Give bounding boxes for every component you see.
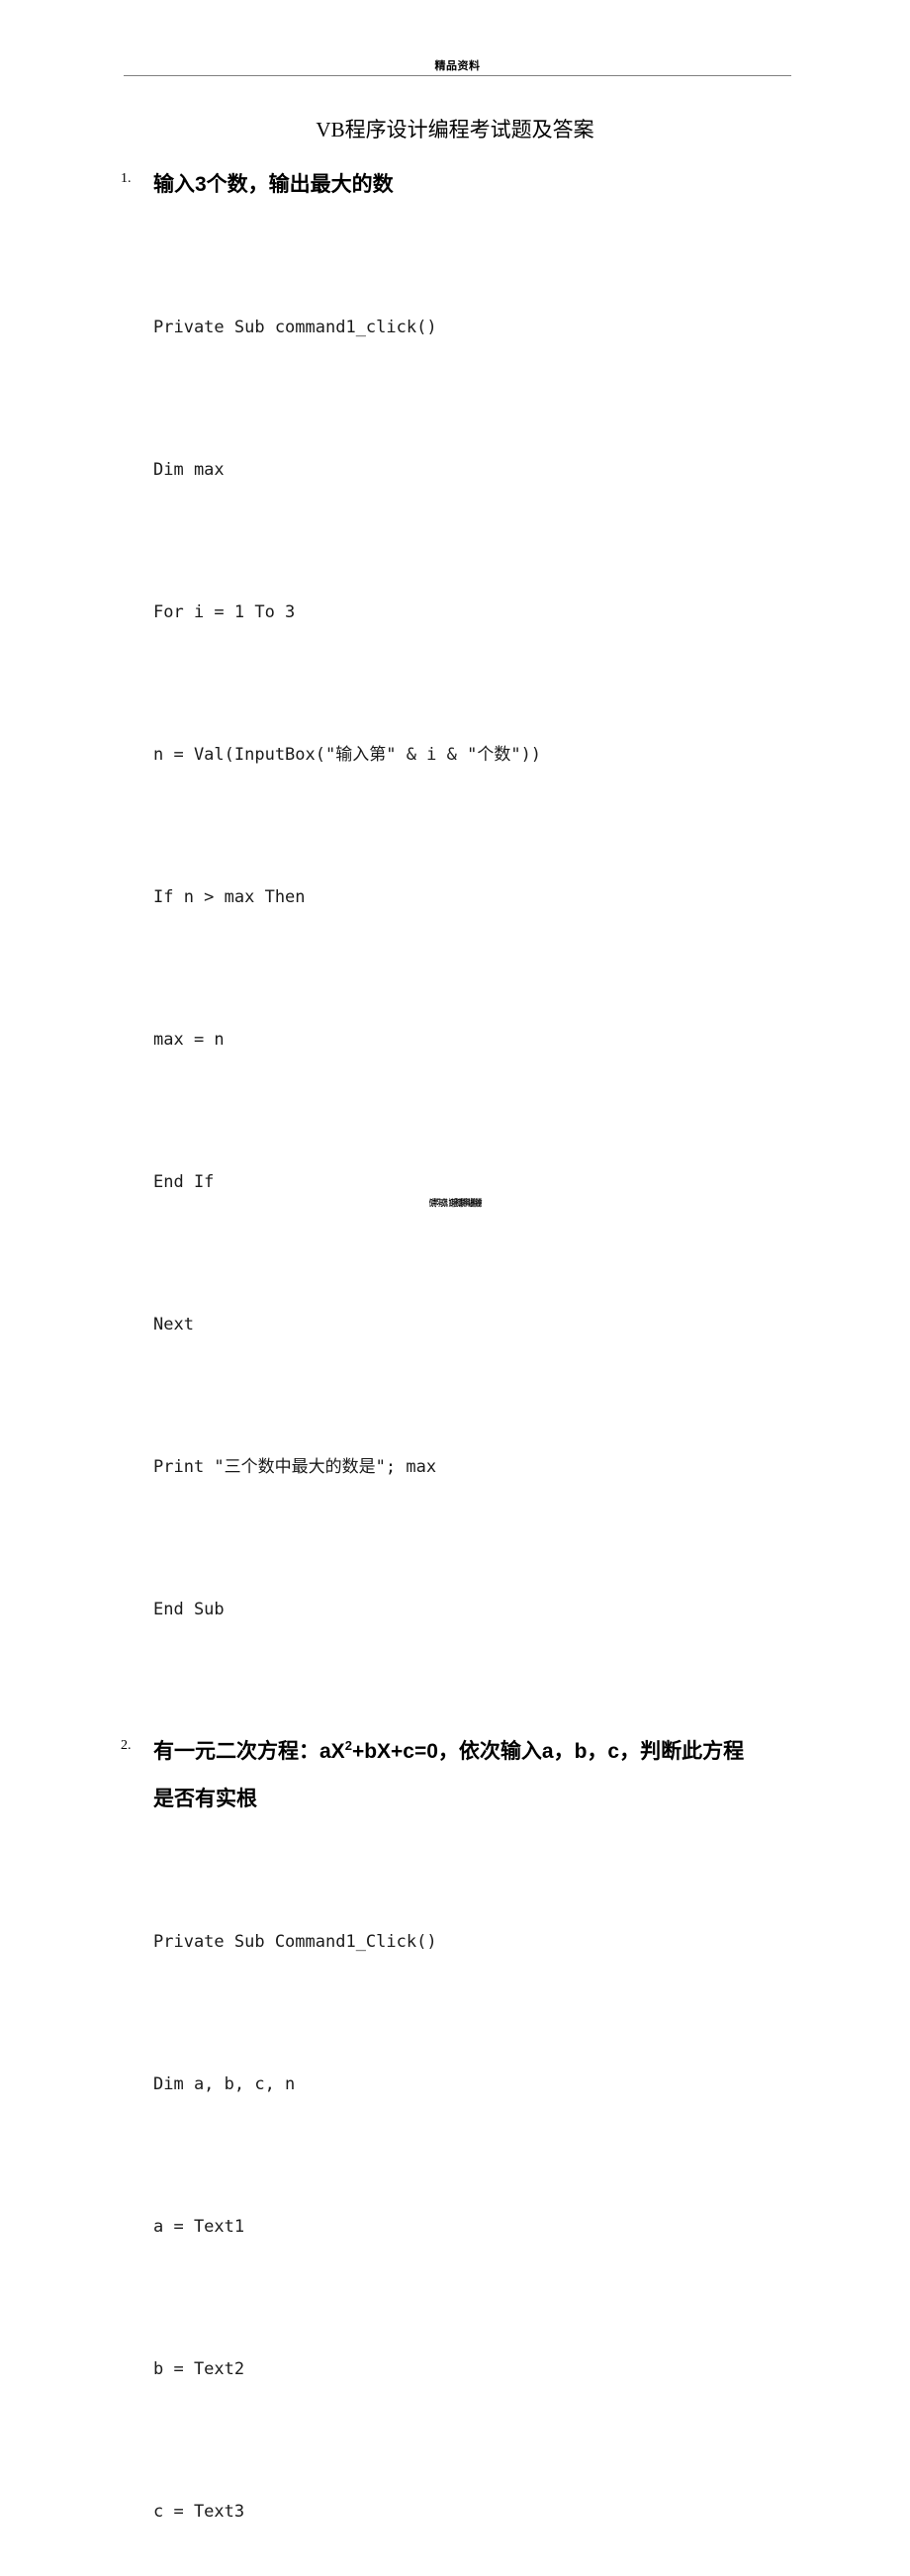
code-line: c = Text3 [153,2502,245,2522]
question-heading-1: 输入3个数，输出最大的数 [153,173,394,196]
footer-text: 仅供学习与交流，如有侵权请联系网站删除谢谢 [428,1198,482,1208]
question-heading-2-part1: 有一元二次方程：aX [153,1740,345,1763]
header-divider [124,75,791,76]
code-line: Dim a, b, c, n [153,2074,296,2094]
question-number-1: 1. [121,171,132,186]
question-heading-2-superscript: 2 [344,1738,352,1753]
page-footer: 仅供学习与交流，如有侵权请联系网站删除谢谢 [0,1193,910,1211]
page-title: VB程序设计编程考试题及答案 [316,118,594,141]
code-line: Next [153,1315,194,1334]
document-body: 1. 输入3个数，输出最大的数 Private Sub command1_cli… [0,161,910,2576]
code-block-1: Private Sub command1_click() Dim max For… [0,209,910,1728]
code-line: Print "三个数中最大的数是"; max [153,1457,437,1477]
code-line: Dim max [153,460,225,480]
code-line: Private Sub command1_click() [153,318,437,337]
question-item-2: 2. 有一元二次方程：aX2+bX+c=0，依次输入a，b，c，判断此方程是否有… [0,1728,910,1823]
code-line: n = Val(InputBox("输入第" & i & "个数")) [153,745,542,765]
page-header: 精品资料 [124,59,791,76]
question-number-2: 2. [121,1738,132,1753]
code-line: b = Text2 [153,2359,245,2379]
header-title: 精品资料 [434,60,481,72]
code-line: If n > max Then [153,887,306,907]
code-line: End Sub [153,1600,225,1619]
question-item-1: 1. 输入3个数，输出最大的数 [0,161,910,209]
code-line: For i = 1 To 3 [153,602,296,622]
document-page: 精品资料 VB程序设计编程考试题及答案 1. 输入3个数，输出最大的数 Priv… [0,0,910,2522]
code-line: Private Sub Command1_Click() [153,1932,437,1952]
code-block-2: Private Sub Command1_Click() Dim a, b, c… [0,1823,910,2576]
question-heading-2: 有一元二次方程：aX2+bX+c=0，依次输入a，b，c，判断此方程是否有实根 [153,1728,910,1823]
code-line: a = Text1 [153,2217,245,2237]
code-line: max = n [153,1030,225,1050]
